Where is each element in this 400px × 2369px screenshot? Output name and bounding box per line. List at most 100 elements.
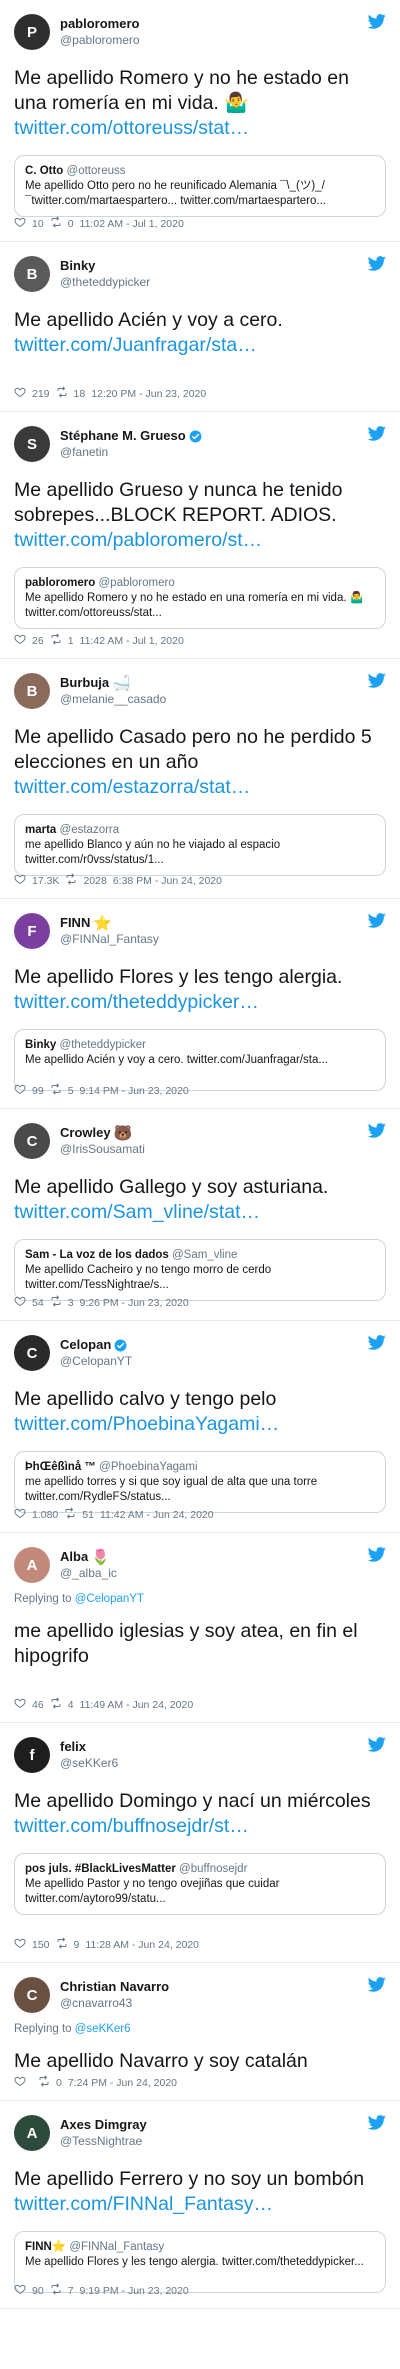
tweet-timestamp[interactable]: 11:42 AM - Jun 24, 2020: [100, 1509, 214, 1521]
author-handle[interactable]: @_alba_ic: [60, 1565, 117, 1581]
tweet-link[interactable]: twitter.com/Juanfragar/sta…: [14, 333, 386, 358]
avatar[interactable]: A: [14, 1547, 50, 1583]
retweet-icon[interactable]: [56, 1937, 68, 1952]
heart-icon[interactable]: [14, 386, 26, 401]
retweet-icon[interactable]: [50, 216, 62, 231]
tweet-link[interactable]: twitter.com/ottoreuss/stat…: [14, 116, 386, 141]
tweet-link[interactable]: twitter.com/buffnosejdr/st…: [14, 1814, 386, 1839]
heart-icon[interactable]: [14, 1083, 26, 1098]
quoted-tweet[interactable]: pos juls. #BlackLivesMatter @buffnosejdr…: [14, 1853, 386, 1915]
tweet-card[interactable]: C Crowley 🐻 @IrisSousamati Me apellido Galle…: [0, 1109, 400, 1321]
quoted-tweet[interactable]: Binky @theteddypicker Me apellido Acién y…: [14, 1029, 386, 1091]
twitter-bird-icon[interactable]: [367, 1737, 386, 1752]
tweet-card[interactable]: f felix @seKKer6 Me apellido Domingo y nací…: [0, 1723, 400, 1963]
avatar[interactable]: A: [14, 2115, 50, 2151]
tweet-card[interactable]: A Alba 🌷 @_alba_ic Replying to @CelopanYT me …: [0, 1533, 400, 1723]
avatar[interactable]: C: [14, 1123, 50, 1159]
tweet-link[interactable]: twitter.com/pabloromero/st…: [14, 528, 386, 553]
retweet-icon[interactable]: [50, 1083, 62, 1098]
avatar[interactable]: B: [14, 673, 50, 709]
twitter-bird-icon[interactable]: [367, 1547, 386, 1562]
avatar[interactable]: C: [14, 1977, 50, 2013]
author-handle[interactable]: @FINNal_Fantasy: [60, 931, 159, 947]
tweet-timestamp[interactable]: 9:14 PM - Jun 23, 2020: [80, 1085, 189, 1097]
author-handle[interactable]: @theteddypicker: [60, 274, 150, 290]
heart-icon[interactable]: [14, 216, 26, 231]
twitter-bird-icon[interactable]: [367, 2115, 386, 2130]
twitter-bird-icon[interactable]: [367, 673, 386, 688]
author-name[interactable]: Christian Navarro: [60, 1979, 169, 1995]
author-name[interactable]: Crowley 🐻: [60, 1125, 145, 1141]
twitter-bird-icon[interactable]: [367, 1335, 386, 1350]
tweet-timestamp[interactable]: 11:28 AM - Jun 24, 2020: [85, 1939, 199, 1951]
tweet-link[interactable]: twitter.com/PhoebinaYagami…: [14, 1412, 386, 1437]
heart-icon[interactable]: [14, 1507, 26, 1522]
avatar[interactable]: f: [14, 1737, 50, 1773]
author-name[interactable]: FINN ⭐: [60, 915, 159, 931]
retweet-icon[interactable]: [50, 1295, 62, 1310]
heart-icon[interactable]: [14, 1295, 26, 1310]
retweet-icon[interactable]: [38, 2075, 50, 2090]
author-name[interactable]: Alba 🌷: [60, 1549, 117, 1565]
heart-icon[interactable]: [14, 1937, 26, 1952]
tweet-card[interactable]: B Burbuja 🛁 @melanie__casado Me apellido Cas…: [0, 659, 400, 899]
author-name[interactable]: Celopan: [60, 1337, 132, 1353]
avatar[interactable]: S: [14, 426, 50, 462]
twitter-bird-icon[interactable]: [367, 14, 386, 29]
heart-icon[interactable]: [14, 873, 26, 888]
tweet-timestamp[interactable]: 7:24 PM - Jun 24, 2020: [68, 2077, 177, 2089]
author-handle[interactable]: @TessNightrae: [60, 2133, 147, 2149]
tweet-timestamp[interactable]: 11:42 AM - Jul 1, 2020: [80, 635, 184, 647]
quoted-tweet[interactable]: Sam - La voz de los dados @Sam_vline Me a…: [14, 1239, 386, 1301]
retweet-icon[interactable]: [50, 2283, 62, 2298]
quoted-tweet[interactable]: marta @estazorra me apellido Blanco y aún…: [14, 814, 386, 876]
author-name[interactable]: Binky: [60, 258, 150, 274]
quoted-tweet[interactable]: ÞhŒêßìnå ™ @PhoebinaYagami me apellido to…: [14, 1451, 386, 1513]
tweet-link[interactable]: twitter.com/theteddypicker…: [14, 990, 386, 1015]
twitter-bird-icon[interactable]: [367, 256, 386, 271]
tweet-timestamp[interactable]: 9:26 PM - Jun 23, 2020: [80, 1297, 189, 1309]
retweet-icon[interactable]: [64, 1507, 76, 1522]
retweet-icon[interactable]: [50, 1697, 62, 1712]
quoted-tweet[interactable]: C. Otto @ottoreuss Me apellido Otto pero …: [14, 155, 386, 217]
tweet-card[interactable]: S Stéphane M. Grueso @fanetin Me apellido G…: [0, 412, 400, 659]
heart-icon[interactable]: [14, 2283, 26, 2298]
author-name[interactable]: pabloromero: [60, 16, 140, 32]
tweet-timestamp[interactable]: 12:20 PM - Jun 23, 2020: [91, 388, 206, 400]
heart-icon[interactable]: [14, 633, 26, 648]
author-handle[interactable]: @seKKer6: [60, 1755, 118, 1771]
tweet-timestamp[interactable]: 11:49 AM - Jun 24, 2020: [80, 1699, 194, 1711]
tweet-timestamp[interactable]: 11:02 AM - Jul 1, 2020: [80, 218, 184, 230]
author-handle[interactable]: @IrisSousamati: [60, 1141, 145, 1157]
tweet-timestamp[interactable]: 9:19 PM - Jun 23, 2020: [80, 2285, 189, 2297]
author-handle[interactable]: @melanie__casado: [60, 691, 166, 707]
tweet-card[interactable]: B Binky @theteddypicker Me apellido Acién y…: [0, 242, 400, 412]
tweet-card[interactable]: C Christian Navarro @cnavarro43 Replying to…: [0, 1963, 400, 2101]
author-handle[interactable]: @pabloromero: [60, 32, 140, 48]
author-name[interactable]: felix: [60, 1739, 118, 1755]
avatar[interactable]: B: [14, 256, 50, 292]
twitter-bird-icon[interactable]: [367, 1977, 386, 1992]
author-name[interactable]: Stéphane M. Grueso: [60, 428, 202, 444]
twitter-bird-icon[interactable]: [367, 913, 386, 928]
tweet-link[interactable]: twitter.com/estazorra/stat…: [14, 775, 386, 800]
heart-icon[interactable]: [14, 1697, 26, 1712]
heart-icon[interactable]: [14, 2075, 26, 2090]
retweet-icon[interactable]: [50, 633, 62, 648]
tweet-link[interactable]: twitter.com/FINNal_Fantasy…: [14, 2192, 386, 2217]
tweet-timestamp[interactable]: 6:38 PM - Jun 24, 2020: [113, 875, 222, 887]
twitter-bird-icon[interactable]: [367, 1123, 386, 1138]
tweet-card[interactable]: C Celopan @CelopanYT Me apellido calvo y te…: [0, 1321, 400, 1533]
retweet-icon[interactable]: [65, 873, 77, 888]
tweet-card[interactable]: A Axes Dimgray @TessNightrae Me apellido Fe…: [0, 2101, 400, 2309]
avatar[interactable]: F: [14, 913, 50, 949]
avatar[interactable]: C: [14, 1335, 50, 1371]
reply-mention-link[interactable]: @seKKer6: [75, 2023, 131, 2035]
author-name[interactable]: Burbuja 🛁: [60, 675, 166, 691]
quoted-tweet[interactable]: pabloromero @pabloromero Me apellido Rome…: [14, 567, 386, 629]
author-handle[interactable]: @CelopanYT: [60, 1353, 132, 1369]
tweet-card[interactable]: Ppabloromero @pabloromero Me apellido Rome…: [0, 0, 400, 242]
author-handle[interactable]: @fanetin: [60, 444, 202, 460]
avatar[interactable]: P: [14, 14, 50, 50]
twitter-bird-icon[interactable]: [367, 426, 386, 441]
